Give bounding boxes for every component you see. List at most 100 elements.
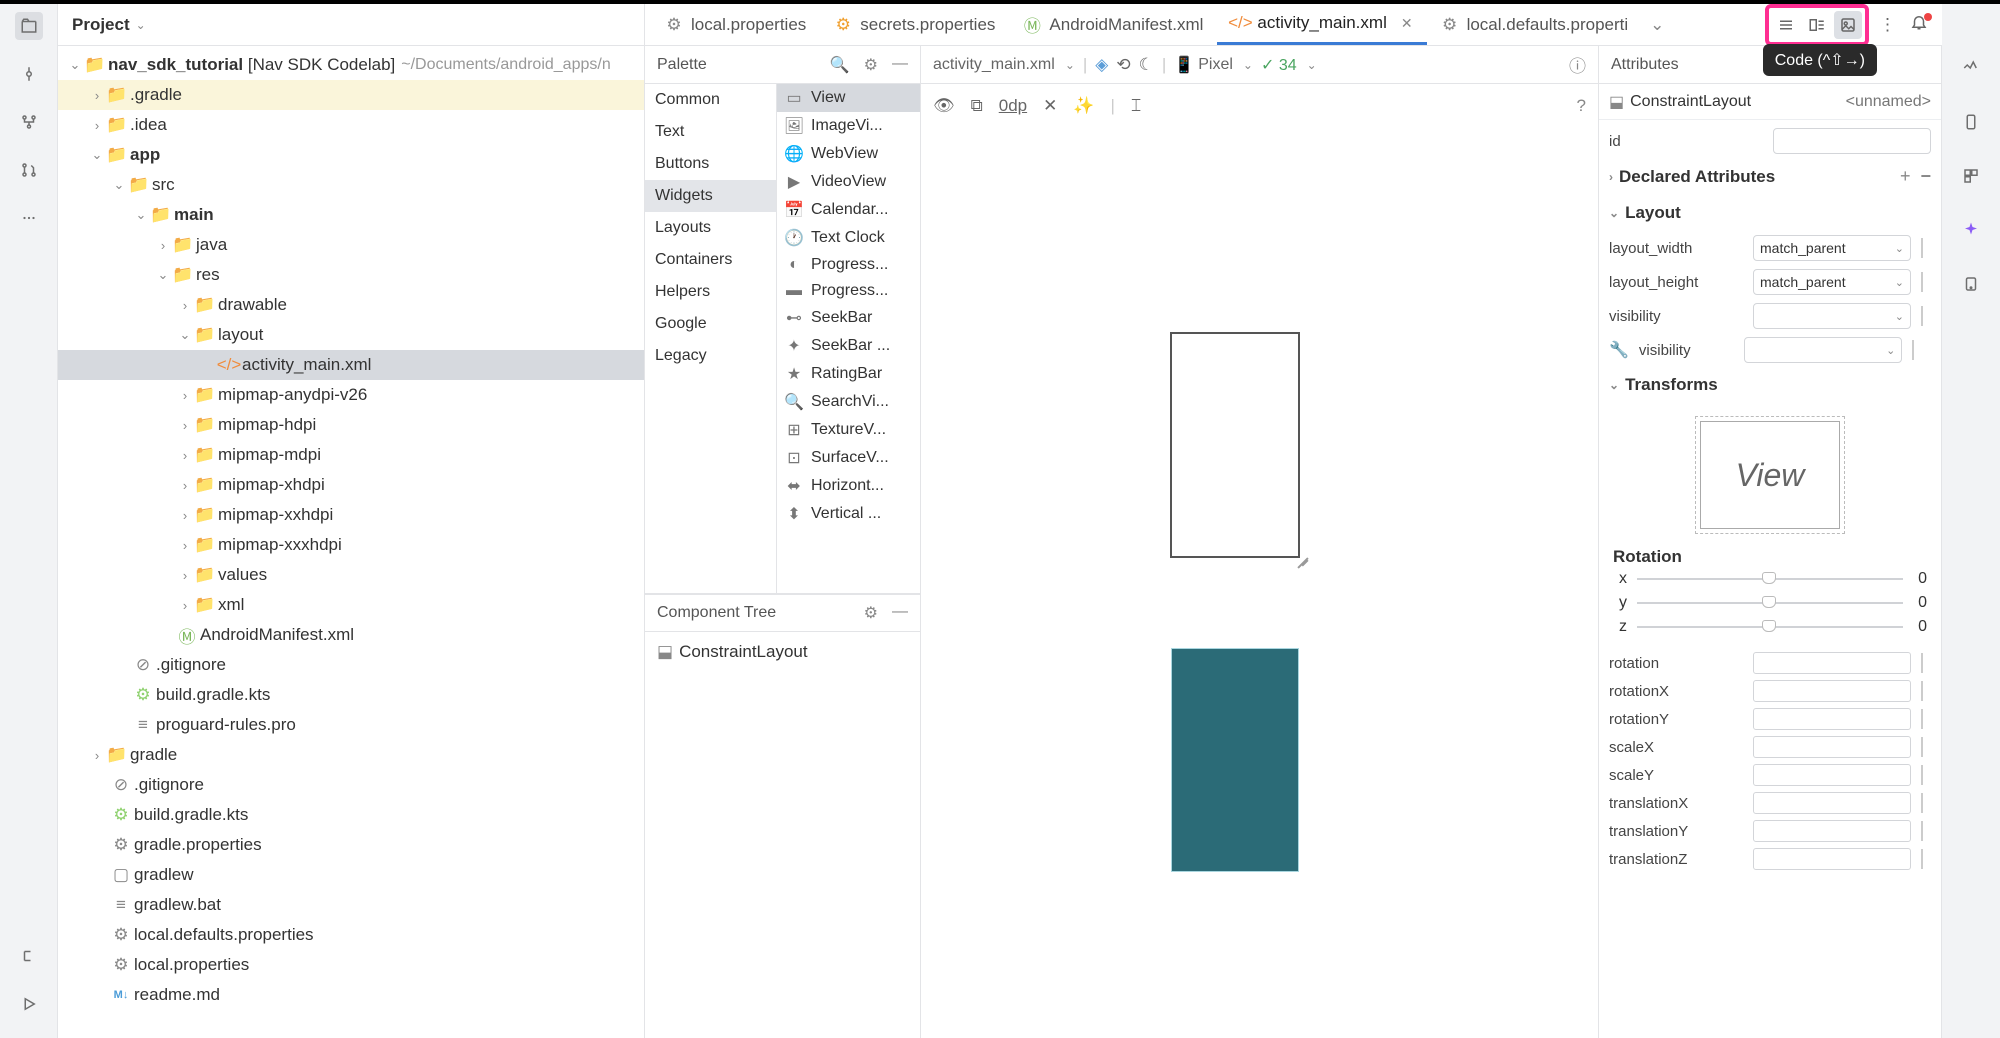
tree-gradlew-bat[interactable]: ≡ gradlew.bat bbox=[58, 890, 644, 920]
scaley-input[interactable] bbox=[1753, 764, 1911, 786]
gear-icon[interactable]: ⚙ bbox=[864, 55, 878, 75]
search-icon[interactable]: 🔍 bbox=[830, 55, 850, 75]
widget-surfaceview[interactable]: ⊡SurfaceV... bbox=[777, 444, 920, 472]
palette-cat-layouts[interactable]: Layouts bbox=[645, 212, 776, 244]
widget-progress1[interactable]: ◐Progress... bbox=[777, 252, 920, 278]
tree-build-gradle-root[interactable]: ⚙ build.gradle.kts bbox=[58, 800, 644, 830]
tab-manifest[interactable]: Ⓜ AndroidManifest.xml bbox=[1009, 4, 1217, 45]
chevron-down-icon[interactable]: ⌄ bbox=[1642, 4, 1672, 45]
palette-cat-common[interactable]: Common bbox=[645, 84, 776, 116]
help-icon[interactable]: ? bbox=[1577, 96, 1586, 116]
tree-xml-folder[interactable]: ›📁 xml bbox=[58, 590, 644, 620]
id-input[interactable] bbox=[1773, 128, 1931, 154]
tree-mipmap-hdpi[interactable]: ›📁 mipmap-hdpi bbox=[58, 410, 644, 440]
tree-manifest[interactable]: Ⓜ AndroidManifest.xml bbox=[58, 620, 644, 650]
tree-gradle-props[interactable]: ⚙ gradle.properties bbox=[58, 830, 644, 860]
translationz-input[interactable] bbox=[1753, 848, 1911, 870]
structure-icon[interactable] bbox=[15, 108, 43, 136]
night-mode-icon[interactable]: ☾ bbox=[1139, 55, 1154, 75]
tree-build-gradle-app[interactable]: ⚙ build.gradle.kts bbox=[58, 680, 644, 710]
file-context-dropdown[interactable]: activity_main.xml⌄ bbox=[933, 56, 1075, 74]
widget-progress2[interactable]: ▬Progress... bbox=[777, 278, 920, 304]
profiler-icon[interactable] bbox=[1957, 54, 1985, 82]
magnet-icon[interactable]: ⧉ bbox=[971, 96, 983, 116]
widget-textclock[interactable]: 🕐Text Clock bbox=[777, 224, 920, 252]
palette-cat-buttons[interactable]: Buttons bbox=[645, 148, 776, 180]
more-options-icon[interactable]: ⋮ bbox=[1873, 15, 1902, 35]
palette-cat-widgets[interactable]: Widgets bbox=[645, 180, 776, 212]
tree-local-defaults[interactable]: ⚙ local.defaults.properties bbox=[58, 920, 644, 950]
minimize-icon[interactable]: — bbox=[892, 55, 908, 75]
tree-values[interactable]: ›📁 values bbox=[58, 560, 644, 590]
palette-cat-legacy[interactable]: Legacy bbox=[645, 340, 776, 372]
tree-proguard[interactable]: ≡ proguard-rules.pro bbox=[58, 710, 644, 740]
widget-videoview[interactable]: ▶VideoView bbox=[777, 168, 920, 196]
rotation-x-slider[interactable]: x 0 bbox=[1599, 567, 1941, 591]
palette-cat-text[interactable]: Text bbox=[645, 116, 776, 148]
tree-mipmap-xhdpi[interactable]: ›📁 mipmap-xhdpi bbox=[58, 470, 644, 500]
widget-seekbar2[interactable]: ✦SeekBar ... bbox=[777, 332, 920, 360]
layout-section[interactable]: ⌄Layout bbox=[1599, 195, 1941, 231]
default-margin[interactable]: 0dp bbox=[999, 96, 1027, 116]
orientation-icon[interactable]: ⟲ bbox=[1116, 55, 1130, 75]
more-tools-icon[interactable] bbox=[15, 204, 43, 232]
tree-gradlew[interactable]: ▢ gradlew bbox=[58, 860, 644, 890]
api-dropdown[interactable]: ✓ 34⌄ bbox=[1261, 55, 1317, 75]
palette-cat-google[interactable]: Google bbox=[645, 308, 776, 340]
tree-layout[interactable]: ⌄📁 layout bbox=[58, 320, 644, 350]
infer-constraints-icon[interactable]: ✨ bbox=[1073, 96, 1094, 116]
notifications-icon[interactable] bbox=[1906, 13, 1932, 36]
device-manager-icon[interactable] bbox=[1957, 108, 1985, 136]
resource-manager-icon[interactable] bbox=[1957, 162, 1985, 190]
pull-request-icon[interactable] bbox=[15, 156, 43, 184]
tree-root[interactable]: ⌄📁 nav_sdk_tutorial [Nav SDK Codelab] ~/… bbox=[58, 50, 644, 80]
tab-local-defaults[interactable]: ⚙ local.defaults.properti bbox=[1427, 4, 1643, 45]
guidelines-icon[interactable]: ⌶ bbox=[1131, 96, 1141, 116]
ai-icon[interactable] bbox=[1957, 216, 1985, 244]
transforms-section[interactable]: ⌄Transforms bbox=[1599, 367, 1941, 403]
rotation-input[interactable] bbox=[1753, 652, 1911, 674]
palette-cat-helpers[interactable]: Helpers bbox=[645, 276, 776, 308]
tree-app-folder[interactable]: ⌄📁 app bbox=[58, 140, 644, 170]
split-mode-button[interactable] bbox=[1803, 11, 1831, 39]
minimize-icon[interactable]: — bbox=[892, 603, 908, 623]
tree-mipmap-mdpi[interactable]: ›📁 mipmap-mdpi bbox=[58, 440, 644, 470]
commit-icon[interactable] bbox=[15, 60, 43, 88]
widget-ratingbar[interactable]: ★RatingBar bbox=[777, 360, 920, 388]
tree-gradle-folder[interactable]: ›📁 .gradle bbox=[58, 80, 644, 110]
translationy-input[interactable] bbox=[1753, 820, 1911, 842]
blueprint-preview[interactable] bbox=[1171, 648, 1299, 872]
widget-imageview[interactable]: 🖼ImageVi... bbox=[777, 112, 920, 140]
rotation-y-slider[interactable]: y 0 bbox=[1599, 591, 1941, 615]
rotationy-input[interactable] bbox=[1753, 708, 1911, 730]
design-canvas[interactable] bbox=[921, 128, 1598, 1038]
tree-src-folder[interactable]: ⌄📁 src bbox=[58, 170, 644, 200]
tree-idea-folder[interactable]: ›📁 .idea bbox=[58, 110, 644, 140]
layout-width-input[interactable]: match_parent⌄ bbox=[1753, 235, 1911, 261]
device-preview[interactable] bbox=[1170, 332, 1300, 558]
tree-local-props[interactable]: ⚙ local.properties bbox=[58, 950, 644, 980]
rotationx-input[interactable] bbox=[1753, 680, 1911, 702]
emulator-icon[interactable] bbox=[1957, 270, 1985, 298]
widget-view[interactable]: ▭View bbox=[777, 84, 920, 112]
tools-visibility-input[interactable]: ⌄ bbox=[1744, 337, 1902, 363]
tree-mipmap-xxxhdpi[interactable]: ›📁 mipmap-xxxhdpi bbox=[58, 530, 644, 560]
design-mode-button[interactable] bbox=[1834, 11, 1862, 39]
tree-gitignore-app[interactable]: ⊘ .gitignore bbox=[58, 650, 644, 680]
rotation-z-slider[interactable]: z 0 bbox=[1599, 615, 1941, 639]
close-icon[interactable]: ✕ bbox=[1401, 15, 1413, 32]
layout-height-input[interactable]: match_parent⌄ bbox=[1753, 269, 1911, 295]
project-header[interactable]: Project ⌄ bbox=[58, 4, 644, 46]
clear-constraints-icon[interactable]: ✕ bbox=[1043, 96, 1057, 116]
gear-icon[interactable]: ⚙ bbox=[864, 603, 878, 623]
resize-handle[interactable] bbox=[1296, 554, 1312, 570]
project-tool-icon[interactable] bbox=[15, 12, 43, 40]
tree-activity-main[interactable]: </> activity_main.xml bbox=[58, 350, 644, 380]
widget-calendar[interactable]: 📅Calendar... bbox=[777, 196, 920, 224]
tab-local-properties[interactable]: ⚙ local.properties bbox=[651, 4, 820, 45]
tree-root-gradle[interactable]: ›📁 gradle bbox=[58, 740, 644, 770]
terminal-icon[interactable] bbox=[15, 942, 43, 970]
widget-vertical[interactable]: ⬍Vertical ... bbox=[777, 500, 920, 528]
ct-constraint-layout[interactable]: ⬓ ConstraintLayout bbox=[653, 638, 912, 666]
tab-secrets[interactable]: ⚙ secrets.properties bbox=[820, 4, 1009, 45]
